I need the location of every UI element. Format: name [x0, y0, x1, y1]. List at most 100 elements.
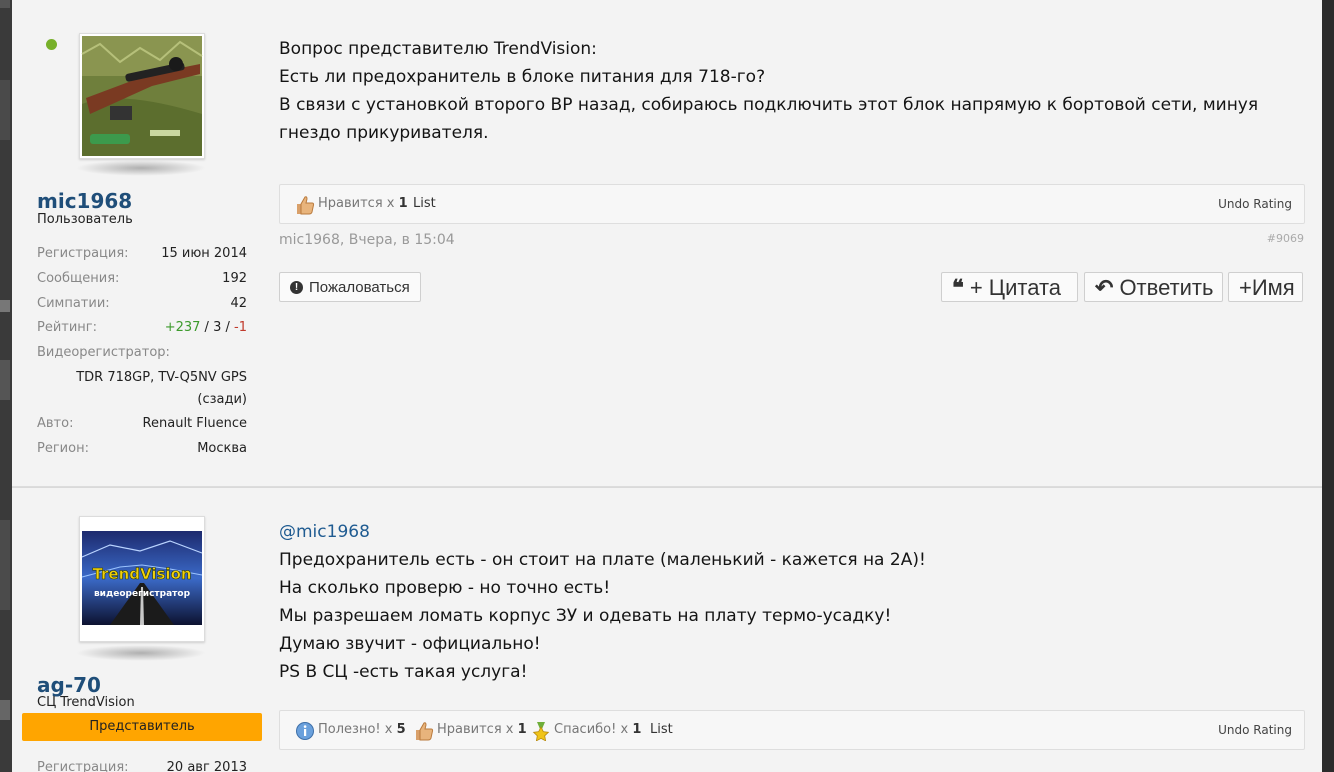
insert-name-button[interactable]: +Имя: [1228, 272, 1303, 302]
left-window-edge: [0, 0, 12, 772]
thread-panel: mic1968 Пользователь Регистрация: 15 июн…: [12, 0, 1322, 772]
message-line: В связи с установкой второго ВР назад, с…: [279, 95, 1259, 115]
avatar-brand-text: TrendVision: [92, 565, 191, 583]
insert-name-label: +Имя: [1239, 275, 1295, 300]
user-info-registration: Регистрация: 15 июн 2014: [37, 246, 247, 268]
rating-negative: -1: [234, 320, 247, 335]
times-sign: x: [620, 722, 629, 737]
user-info-registration: Регистрация: 20 авг 2013: [37, 760, 247, 772]
user-info-likes: Симпатии: 42: [37, 296, 247, 318]
message-line: На сколько проверю - но точно есть!: [279, 578, 611, 598]
post-message: @mic1968 Предохранитель есть - он стоит …: [279, 518, 926, 686]
user-title: Пользователь: [37, 212, 133, 227]
exclamation-icon: !: [290, 280, 303, 294]
right-window-edge: [1322, 0, 1334, 772]
info-label: Рейтинг:: [37, 320, 98, 335]
quote-icon: ❝: [952, 275, 964, 300]
info-label: Симпатии:: [37, 296, 110, 311]
user-mention-link[interactable]: @mic1968: [279, 518, 926, 546]
like-count: 1: [398, 196, 408, 211]
rating-separator: /: [204, 320, 209, 335]
times-sign: x: [505, 722, 514, 737]
avatar-shadow: [76, 645, 206, 661]
like-label: Нравится: [318, 196, 383, 211]
report-label: Пожаловаться: [309, 279, 410, 296]
avatar-image: TrendVision видеорегистратор: [80, 517, 204, 641]
post-meta: mic1968, Вчера, в 15:04: [279, 232, 455, 248]
avatar-sub-text: видеорегистратор: [94, 589, 191, 599]
post: TrendVision видеорегистратор ag-70 СЦ Tr…: [12, 487, 1322, 772]
quote-button[interactable]: ❝ + Цитата: [941, 272, 1078, 302]
rating-list-link[interactable]: List: [650, 711, 673, 749]
dvr-value-line: (сзади): [197, 392, 247, 407]
times-sign: x: [384, 722, 393, 737]
reply-icon: ↶: [1095, 275, 1114, 300]
rating-like[interactable]: Нравится x 1: [295, 185, 408, 223]
rating-bar: Нравится x 1 List Undo Rating: [279, 184, 1305, 224]
undo-rating-link[interactable]: Undo Rating: [1218, 711, 1292, 749]
info-icon: [295, 719, 315, 740]
rating-bar: Полезно! x 5 Нравится x 1 Спасибо! x 1 L…: [279, 710, 1305, 750]
info-value: 42: [230, 296, 247, 311]
avatar[interactable]: [79, 33, 205, 159]
rating-values: +237 / 3 / -1: [165, 320, 247, 335]
user-info-car: Авто: Renault Fluence: [37, 416, 247, 438]
thumbs-up-icon: [295, 193, 315, 214]
avatar[interactable]: TrendVision видеорегистратор: [79, 516, 205, 642]
message-line: Есть ли предохранитель в блоке питания д…: [279, 67, 766, 87]
username[interactable]: mic1968: [37, 189, 132, 213]
user-info-messages: Сообщения: 192: [37, 271, 247, 293]
rating-useful[interactable]: Полезно! x 5: [295, 711, 406, 749]
rating-separator: /: [225, 320, 230, 335]
info-value: 15 июн 2014: [161, 246, 247, 261]
info-label: Авто:: [37, 416, 74, 431]
user-info-rating: Рейтинг: +237 / 3 / -1: [37, 320, 247, 342]
meta-date[interactable]: Вчера, в 15:04: [349, 232, 455, 248]
rating-list-link[interactable]: List: [413, 185, 436, 223]
reply-button[interactable]: ↶ Ответить: [1084, 272, 1223, 302]
post-message: Вопрос представителю TrendVision: Есть л…: [279, 35, 1258, 147]
avatar-shadow: [76, 160, 206, 176]
thanks-count: 1: [632, 722, 642, 737]
info-label: Регистрация:: [37, 246, 129, 261]
message-line: PS В СЦ -есть такая услуга!: [279, 662, 528, 682]
thanks-label: Спасибо!: [554, 722, 617, 737]
info-value: Renault Fluence: [142, 416, 247, 431]
user-info-dvr: Видеорегистратор:: [37, 345, 247, 367]
online-status-icon: [46, 39, 57, 50]
reply-label: Ответить: [1119, 275, 1214, 300]
info-label: Регистрация:: [37, 760, 129, 772]
useful-label: Полезно!: [318, 722, 381, 737]
rating-neutral: 3: [213, 320, 222, 335]
rating-thanks[interactable]: Спасибо! x 1: [531, 711, 641, 749]
meta-author[interactable]: mic1968,: [279, 232, 344, 248]
like-label: Нравится: [437, 722, 502, 737]
rating-positive: +237: [164, 320, 201, 335]
message-line: Предохранитель есть - он стоит на плате …: [279, 550, 926, 570]
useful-count: 5: [396, 722, 406, 737]
user-title: СЦ TrendVision: [37, 695, 135, 710]
undo-rating-link[interactable]: Undo Rating: [1218, 185, 1292, 223]
info-value: Москва: [197, 441, 247, 456]
info-label: Регион:: [37, 441, 89, 456]
times-sign: x: [386, 196, 395, 211]
user-info-region: Регион: Москва: [37, 441, 247, 463]
like-count: 1: [517, 722, 527, 737]
username[interactable]: ag-70: [37, 673, 101, 697]
rank-badge: Представитель: [22, 713, 262, 741]
message-line: Вопрос представителю TrendVision:: [279, 39, 597, 59]
info-value[interactable]: 192: [222, 271, 247, 286]
info-label: Видеорегистратор:: [37, 345, 170, 360]
avatar-image: [81, 36, 203, 156]
message-line: гнездо прикуривателя.: [279, 123, 489, 143]
info-value: 20 авг 2013: [166, 760, 247, 772]
post-number[interactable]: #9069: [1267, 232, 1304, 245]
post: mic1968 Пользователь Регистрация: 15 июн…: [12, 0, 1322, 486]
report-button[interactable]: ! Пожаловаться: [279, 272, 421, 302]
message-line: Думаю звучит - официально!: [279, 634, 541, 654]
info-label: Сообщения:: [37, 271, 120, 286]
rating-like[interactable]: Нравится x 1: [414, 711, 527, 749]
thumbs-up-icon: [414, 719, 434, 740]
medal-icon: [531, 719, 551, 742]
message-line: Мы разрешаем ломать корпус ЗУ и одевать …: [279, 606, 892, 626]
